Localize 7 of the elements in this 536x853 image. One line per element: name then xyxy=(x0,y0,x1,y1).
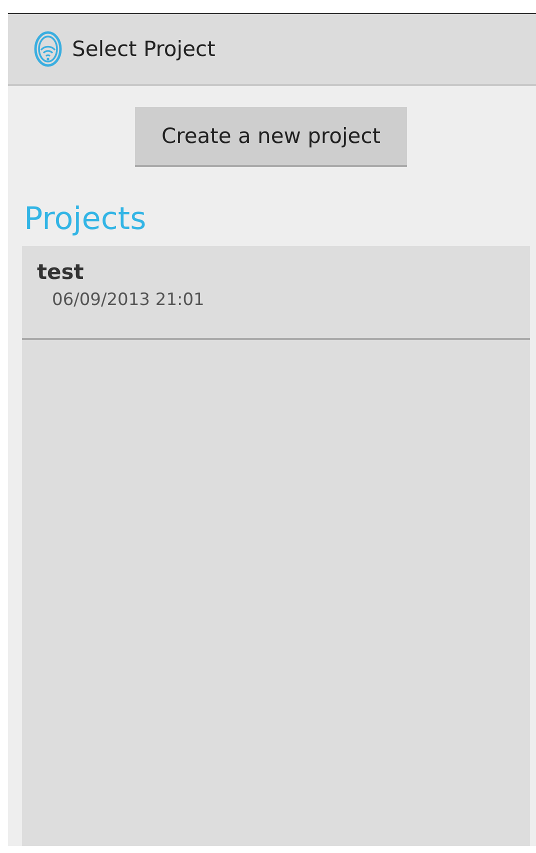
screen-title: Select Project xyxy=(72,37,216,61)
projects-heading: Projects xyxy=(24,201,148,239)
project-list-item[interactable]: test 06/09/2013 21:01 xyxy=(22,246,530,340)
project-date: 06/09/2013 21:01 xyxy=(52,290,206,310)
project-name: test xyxy=(37,260,85,284)
fingerprint-icon xyxy=(34,31,62,67)
create-project-button[interactable]: Create a new project xyxy=(135,107,407,167)
